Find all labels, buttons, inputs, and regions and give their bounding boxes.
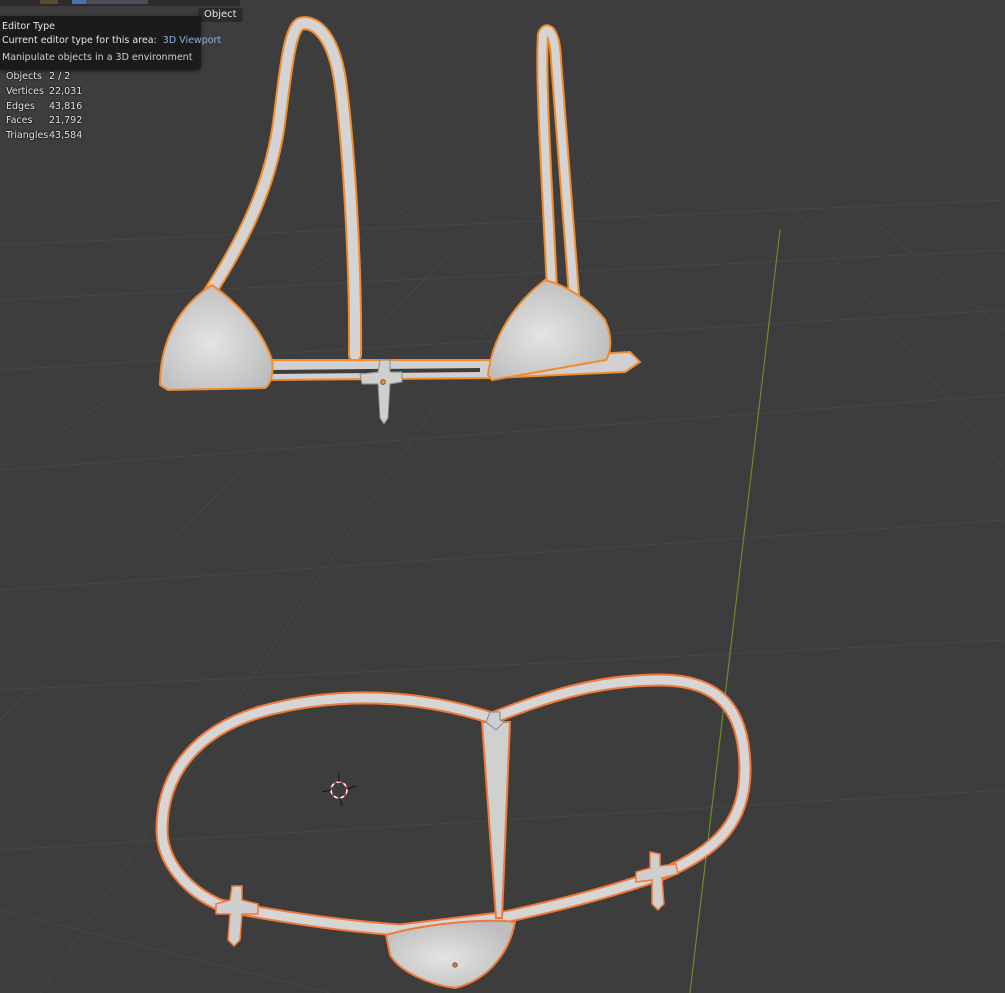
stats-label: Objects bbox=[6, 71, 42, 82]
editor-type-button[interactable] bbox=[40, 0, 58, 4]
bikini-bottom-object[interactable] bbox=[155, 673, 752, 990]
tooltip-description: Manipulate objects in a 3D environment bbox=[2, 52, 193, 63]
stats-value: 43,584 bbox=[49, 130, 83, 142]
stats-label: Edges bbox=[6, 100, 35, 112]
bikini-top-object[interactable] bbox=[158, 16, 642, 425]
stats-row-objects: Objects 2 / 2 bbox=[6, 70, 82, 85]
viewport-header[interactable] bbox=[0, 0, 240, 6]
3d-cursor-icon[interactable] bbox=[321, 773, 357, 807]
3d-viewport[interactable]: Object Editor Type Current editor type f… bbox=[0, 0, 1005, 993]
mode-label[interactable]: Object bbox=[198, 8, 243, 22]
stats-value: 43,816 bbox=[49, 100, 83, 112]
y-axis-line bbox=[689, 229, 781, 993]
mode-selector[interactable] bbox=[72, 0, 148, 4]
stats-label: Triangles bbox=[6, 130, 49, 142]
object-origin-icon bbox=[380, 379, 386, 385]
stats-value: 22,031 bbox=[49, 85, 83, 97]
stats-row-edges: Edges 43,816 bbox=[6, 100, 82, 115]
viewport-scene[interactable] bbox=[0, 0, 1005, 993]
editor-type-tooltip: Editor Type Current editor type for this… bbox=[0, 16, 221, 70]
stats-value: 2 / 2 bbox=[49, 71, 71, 82]
stats-row-triangles: Triangles43,584 bbox=[6, 129, 82, 144]
tooltip-current-label: Current editor type for this area: bbox=[2, 35, 157, 46]
statistics-overlay: Objects 2 / 2 Vertices 22,031 Edges 43,816 … bbox=[6, 70, 82, 144]
stats-value: 21,792 bbox=[49, 115, 83, 127]
stats-label: Faces bbox=[6, 115, 33, 127]
stats-label: Vertices bbox=[6, 85, 44, 97]
tooltip-title: Editor Type bbox=[2, 21, 55, 32]
stats-row-faces: Faces 21,792 bbox=[6, 114, 82, 129]
tooltip-current-value: 3D Viewport bbox=[162, 35, 222, 46]
stats-row-vertices: Vertices 22,031 bbox=[6, 85, 82, 100]
tooltip-current: Current editor type for this area: 3D Vi… bbox=[2, 35, 221, 46]
